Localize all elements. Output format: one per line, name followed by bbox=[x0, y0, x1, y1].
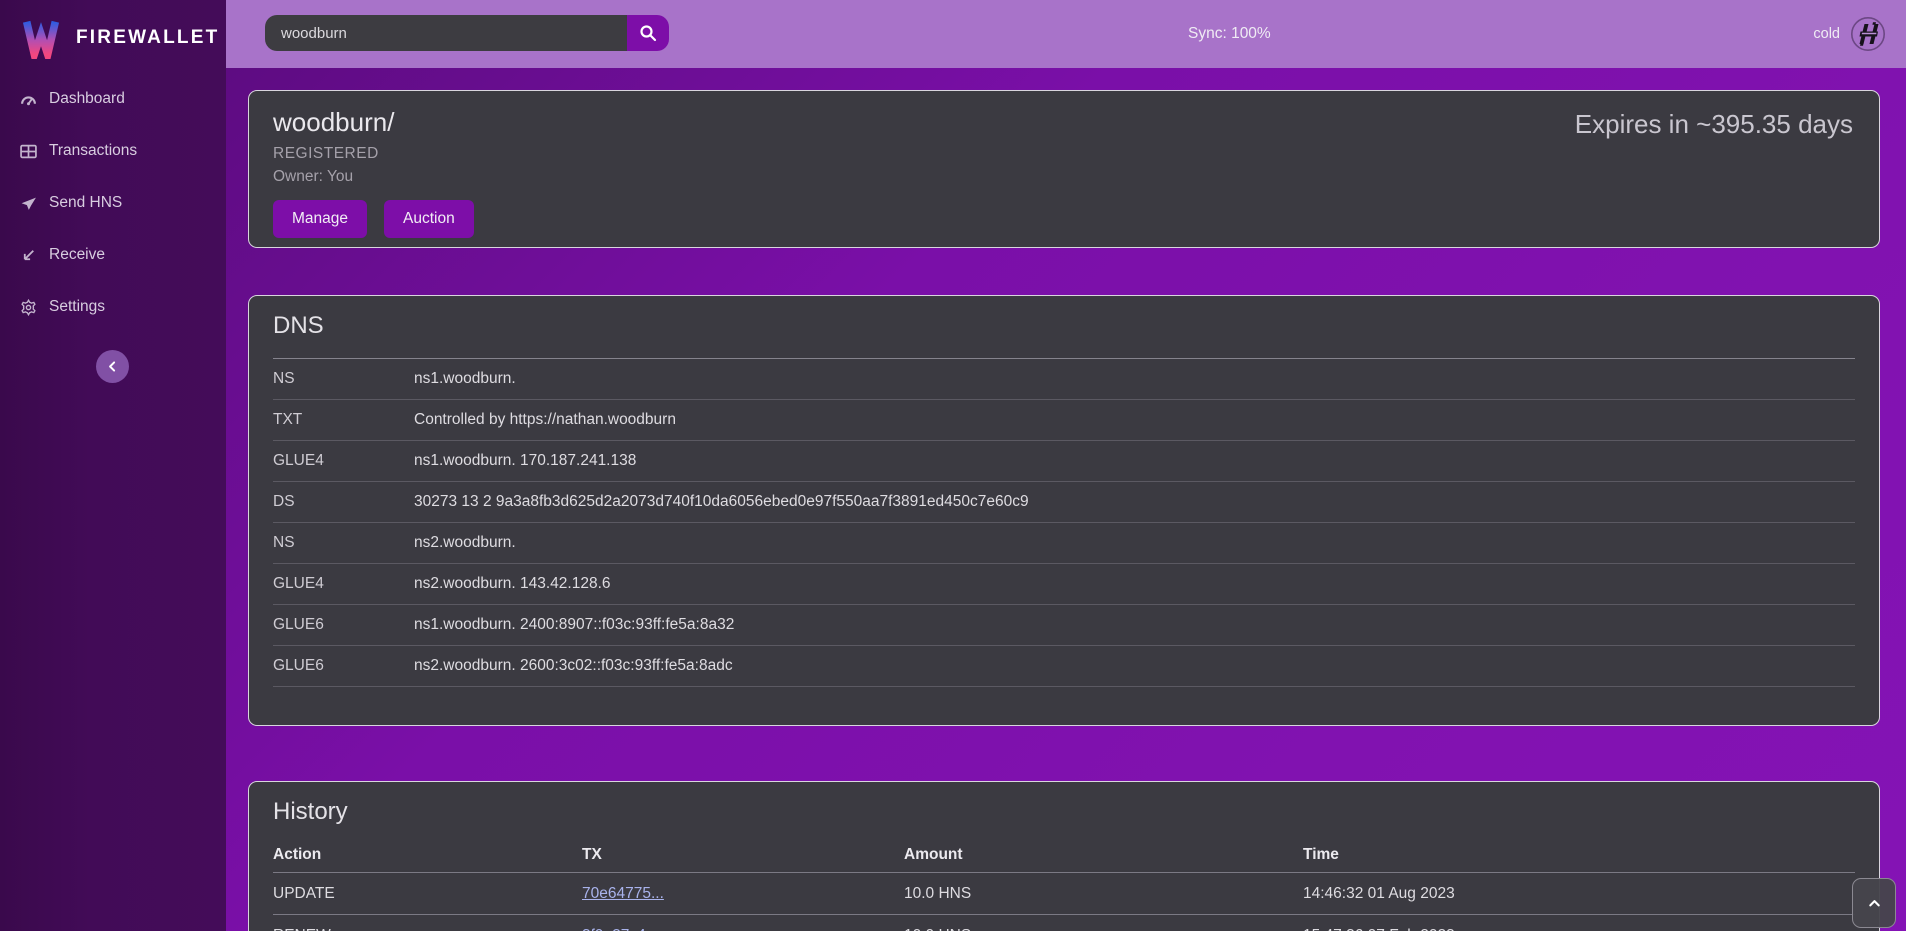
search-icon bbox=[639, 24, 657, 42]
app-title: FIREWALLET bbox=[76, 27, 219, 49]
sidebar: FIREWALLET Dashboard Transactions Send H… bbox=[0, 0, 226, 931]
search-group bbox=[265, 15, 669, 51]
history-time: 15:47:36 07 Feb 2023 bbox=[1303, 927, 1855, 931]
history-table: Action TX Amount Time UPDATE 70e64775...… bbox=[273, 838, 1855, 931]
dns-record-type: GLUE4 bbox=[273, 452, 414, 470]
dns-record-row: GLUE4 ns1.woodburn. 170.187.241.138 bbox=[273, 441, 1855, 482]
dns-record-value: Controlled by https://nathan.woodburn bbox=[414, 411, 676, 429]
dns-record-type: NS bbox=[273, 534, 414, 552]
domain-owner: Owner: You bbox=[273, 168, 1855, 186]
search-input[interactable] bbox=[265, 15, 627, 51]
history-amount: 10.0 HNS bbox=[904, 885, 1303, 903]
history-time: 14:46:32 01 Aug 2023 bbox=[1303, 885, 1855, 903]
dns-record-row: NS ns1.woodburn. bbox=[273, 359, 1855, 400]
sidebar-item-transactions[interactable]: Transactions bbox=[0, 138, 226, 164]
dns-table: NS ns1.woodburn. TXT Controlled by https… bbox=[273, 358, 1855, 687]
expires-label: Expires in ~395.35 days bbox=[1575, 109, 1853, 140]
main-content: woodburn/ REGISTERED Owner: You Manage A… bbox=[226, 68, 1906, 931]
app-logo: FIREWALLET bbox=[0, 0, 226, 64]
dns-record-row: DS 30273 13 2 9a3a8fb3d625d2a2073d740f10… bbox=[273, 482, 1855, 523]
gauge-icon bbox=[20, 91, 37, 108]
history-title: History bbox=[273, 798, 1855, 826]
history-amount: 10.0 HNS bbox=[904, 927, 1303, 931]
sidebar-item-label: Send HNS bbox=[49, 194, 122, 212]
sidebar-collapse-button[interactable] bbox=[96, 350, 129, 383]
chevron-left-icon bbox=[106, 360, 119, 373]
dns-record-row: TXT Controlled by https://nathan.woodbur… bbox=[273, 400, 1855, 441]
dns-record-row: GLUE6 ns1.woodburn. 2400:8907::f03c:93ff… bbox=[273, 605, 1855, 646]
column-header-tx: TX bbox=[582, 846, 904, 864]
paper-plane-icon bbox=[20, 195, 37, 212]
domain-card: woodburn/ REGISTERED Owner: You Manage A… bbox=[248, 90, 1880, 248]
history-header-row: Action TX Amount Time bbox=[273, 838, 1855, 872]
history-card: History Action TX Amount Time UPDATE 70e… bbox=[248, 781, 1880, 931]
dns-record-value: ns1.woodburn. 170.187.241.138 bbox=[414, 452, 636, 470]
sync-status: Sync: 100% bbox=[1188, 0, 1271, 68]
dns-record-value: 30273 13 2 9a3a8fb3d625d2a2073d740f10da6… bbox=[414, 493, 1029, 511]
column-header-time: Time bbox=[1303, 846, 1855, 864]
table-icon bbox=[20, 143, 37, 160]
tx-link[interactable]: 70e64775... bbox=[582, 885, 664, 902]
search-button[interactable] bbox=[627, 15, 669, 51]
manage-button[interactable]: Manage bbox=[273, 200, 367, 238]
column-header-action: Action bbox=[273, 846, 582, 864]
history-action: RENEW bbox=[273, 927, 582, 931]
sidebar-nav: Dashboard Transactions Send HNS Receive … bbox=[0, 86, 226, 320]
column-header-amount: Amount bbox=[904, 846, 1303, 864]
handshake-logo-icon bbox=[1850, 16, 1886, 52]
firewallet-w-icon bbox=[20, 17, 62, 59]
dns-record-value: ns2.woodburn. bbox=[414, 534, 516, 552]
auction-button[interactable]: Auction bbox=[384, 200, 474, 238]
sidebar-item-label: Receive bbox=[49, 246, 105, 264]
topbar: Sync: 100% cold bbox=[226, 0, 1906, 68]
dns-record-type: GLUE4 bbox=[273, 575, 414, 593]
dns-record-value: ns2.woodburn. 143.42.128.6 bbox=[414, 575, 611, 593]
wallet-selector[interactable]: cold bbox=[1813, 0, 1886, 68]
arrow-down-left-icon bbox=[20, 247, 37, 264]
dns-record-value: ns2.woodburn. 2600:3c02::f03c:93ff:fe5a:… bbox=[414, 657, 733, 675]
sidebar-item-settings[interactable]: Settings bbox=[0, 294, 226, 320]
dns-record-type: GLUE6 bbox=[273, 657, 414, 675]
sidebar-item-label: Dashboard bbox=[49, 90, 125, 108]
sidebar-item-label: Settings bbox=[49, 298, 105, 316]
dns-title: DNS bbox=[273, 312, 1855, 340]
sidebar-item-label: Transactions bbox=[49, 142, 137, 160]
sidebar-item-dashboard[interactable]: Dashboard bbox=[0, 86, 226, 112]
gear-icon bbox=[20, 299, 37, 316]
wallet-name: cold bbox=[1813, 26, 1840, 42]
dns-record-value: ns1.woodburn. bbox=[414, 370, 516, 388]
history-row: RENEW 3f9a27c4... 10.0 HNS 15:47:36 07 F… bbox=[273, 914, 1855, 931]
history-action: UPDATE bbox=[273, 885, 582, 903]
sidebar-item-receive[interactable]: Receive bbox=[0, 242, 226, 268]
sidebar-item-send-hns[interactable]: Send HNS bbox=[0, 190, 226, 216]
scroll-to-top-button[interactable] bbox=[1852, 878, 1896, 928]
dns-record-type: TXT bbox=[273, 411, 414, 429]
dns-record-type: DS bbox=[273, 493, 414, 511]
dns-record-type: GLUE6 bbox=[273, 616, 414, 634]
dns-record-row: GLUE4 ns2.woodburn. 143.42.128.6 bbox=[273, 564, 1855, 605]
chevron-up-icon bbox=[1867, 896, 1882, 911]
dns-record-type: NS bbox=[273, 370, 414, 388]
dns-record-row: GLUE6 ns2.woodburn. 2600:3c02::f03c:93ff… bbox=[273, 646, 1855, 687]
domain-status: REGISTERED bbox=[273, 145, 1855, 163]
tx-link[interactable]: 3f9a27c4... bbox=[582, 927, 659, 931]
dns-record-row: NS ns2.woodburn. bbox=[273, 523, 1855, 564]
dns-card: DNS NS ns1.woodburn. TXT Controlled by h… bbox=[248, 295, 1880, 726]
history-row: UPDATE 70e64775... 10.0 HNS 14:46:32 01 … bbox=[273, 872, 1855, 914]
dns-record-value: ns1.woodburn. 2400:8907::f03c:93ff:fe5a:… bbox=[414, 616, 734, 634]
